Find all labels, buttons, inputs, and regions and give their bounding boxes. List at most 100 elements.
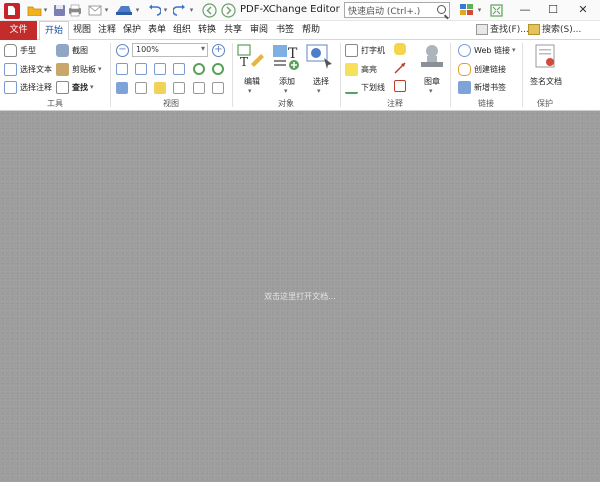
select-text-button[interactable]: 选择文本	[4, 62, 52, 76]
minimize-button[interactable]: —	[514, 2, 536, 18]
find-tool-label: 查找	[72, 82, 88, 92]
chevron-down-icon[interactable]: ▾	[103, 2, 110, 18]
web-links-button[interactable]: Web 链接 ▾	[458, 43, 516, 57]
forward-icon[interactable]	[220, 2, 236, 18]
search-placeholder: 快速启动 (Ctrl+.)	[348, 7, 421, 17]
create-link-label: 创建链接	[474, 64, 506, 74]
view-group-label: 视图	[163, 99, 179, 108]
arrow-tool-icon[interactable]	[394, 62, 406, 74]
print-icon[interactable]	[67, 2, 83, 18]
actual-size-icon[interactable]	[116, 63, 128, 75]
find-doc-icon	[56, 80, 69, 94]
zoom-in-icon[interactable]: +	[212, 44, 225, 57]
select-object-icon[interactable]	[306, 44, 332, 69]
tools-group-label: 工具	[47, 99, 63, 108]
find-tool-button[interactable]: 查找 ▾	[56, 80, 94, 94]
zoom-out-icon[interactable]: −	[116, 44, 129, 57]
chevron-down-icon[interactable]: ▾	[284, 87, 288, 95]
document-area[interactable]: ⋯ 双击这里打开文档...	[0, 111, 600, 482]
chevron-down-icon[interactable]: ▾	[512, 46, 516, 54]
maximize-button[interactable]: ☐	[542, 2, 564, 18]
chevron-down-icon[interactable]: ▾	[429, 87, 433, 95]
fit-page-icon[interactable]	[135, 63, 147, 75]
fullscreen-icon[interactable]	[488, 2, 504, 18]
highlight-button[interactable]: 高亮	[345, 62, 377, 76]
snapshot-button[interactable]: 截图	[56, 43, 88, 57]
chevron-down-icon[interactable]: ▾	[42, 2, 49, 18]
chevron-down-icon[interactable]: ▾	[476, 2, 483, 18]
properties-icon[interactable]	[212, 82, 224, 94]
hand-tool-button[interactable]: 手型	[4, 43, 36, 57]
sign-document-icon[interactable]	[533, 44, 559, 68]
sign-document-label[interactable]: 签名文档	[526, 76, 566, 87]
title-bar: ▾ ▾ ▾ ▾ ▾ PDF-XChange Editor 快速启动 (Ctrl+…	[0, 0, 600, 21]
tab-protect[interactable]: 保护	[121, 21, 143, 40]
rectangle-tool-icon[interactable]	[394, 80, 406, 92]
chevron-down-icon[interactable]: ▾	[98, 65, 102, 73]
quick-launch-search[interactable]: 快速启动 (Ctrl+.)	[344, 2, 450, 18]
edit-label[interactable]: 编辑	[239, 76, 265, 87]
chevron-down-icon[interactable]: ▾	[134, 2, 141, 18]
camera-icon	[56, 43, 69, 57]
tab-bookmarks[interactable]: 书签	[274, 21, 296, 40]
underline-button[interactable]: 下划线	[345, 80, 385, 94]
resize-grip-icon[interactable]: ⋯	[294, 111, 306, 117]
snapshot-label: 截图	[72, 45, 88, 55]
add-object-icon[interactable]: T	[272, 44, 299, 70]
select-text-icon	[4, 62, 17, 76]
find-button[interactable]: 查找(F)...	[476, 23, 529, 38]
page-layout-icon[interactable]	[193, 82, 205, 94]
new-bookmark-button[interactable]: 新增书签	[458, 80, 506, 94]
bookmark-icon[interactable]	[116, 82, 128, 94]
tab-comment[interactable]: 注释	[96, 21, 118, 40]
thumbnails-icon[interactable]	[135, 82, 147, 94]
tab-help[interactable]: 帮助	[300, 21, 322, 40]
attachments-icon[interactable]	[173, 82, 185, 94]
folder-search-icon	[528, 24, 540, 35]
stamp-icon[interactable]	[418, 44, 444, 68]
chevron-down-icon[interactable]: ▾	[90, 83, 94, 91]
chevron-down-icon[interactable]: ▾	[162, 2, 169, 18]
ui-options-icon[interactable]	[458, 2, 476, 18]
rotate-left-icon[interactable]	[193, 63, 205, 75]
select-label[interactable]: 选择	[308, 76, 334, 87]
email-icon[interactable]	[87, 2, 103, 18]
rotate-right-icon[interactable]	[212, 63, 224, 75]
undo-icon[interactable]	[146, 2, 162, 18]
search-button[interactable]: 搜索(S)...	[528, 23, 581, 38]
stamp-label[interactable]: 图章	[418, 76, 446, 87]
redo-icon[interactable]	[172, 2, 188, 18]
add-label[interactable]: 添加	[274, 76, 300, 87]
tab-home[interactable]: 开始	[39, 21, 69, 41]
close-button[interactable]: ✕	[572, 2, 594, 18]
file-menu[interactable]: 文件	[0, 21, 37, 40]
create-link-button[interactable]: 创建链接	[458, 62, 506, 76]
select-annotation-button[interactable]: 选择注释	[4, 80, 52, 94]
save-icon[interactable]	[51, 2, 67, 18]
zoom-select[interactable]: 100%	[132, 43, 208, 57]
chevron-down-icon[interactable]: ▾	[317, 87, 321, 95]
globe-icon	[458, 43, 471, 57]
fit-width-icon[interactable]	[154, 63, 166, 75]
sticky-note-icon[interactable]	[394, 43, 406, 55]
tab-share[interactable]: 共享	[222, 21, 244, 40]
chevron-down-icon[interactable]: ▾	[188, 2, 195, 18]
back-icon[interactable]	[201, 2, 217, 18]
edit-object-icon[interactable]: T	[237, 44, 264, 69]
tab-view[interactable]: 视图	[71, 21, 93, 40]
chevron-down-icon[interactable]: ▾	[248, 87, 252, 95]
tab-form[interactable]: 表单	[146, 21, 168, 40]
fit-visible-icon[interactable]	[173, 63, 185, 75]
typewriter-button[interactable]: 打字机	[345, 43, 385, 57]
tab-review[interactable]: 审阅	[248, 21, 270, 40]
app-logo-icon[interactable]	[4, 3, 20, 19]
scan-icon[interactable]	[114, 2, 134, 18]
search-icon[interactable]	[437, 5, 446, 14]
highlight-icon	[345, 62, 358, 76]
tab-organize[interactable]: 组织	[171, 21, 193, 40]
clipboard-button[interactable]: 剪贴板 ▾	[56, 62, 102, 76]
comments-panel-icon[interactable]	[154, 82, 166, 94]
open-document-hint[interactable]: 双击这里打开文档...	[0, 291, 600, 302]
open-folder-icon[interactable]	[26, 2, 42, 18]
tab-convert[interactable]: 转换	[196, 21, 218, 40]
